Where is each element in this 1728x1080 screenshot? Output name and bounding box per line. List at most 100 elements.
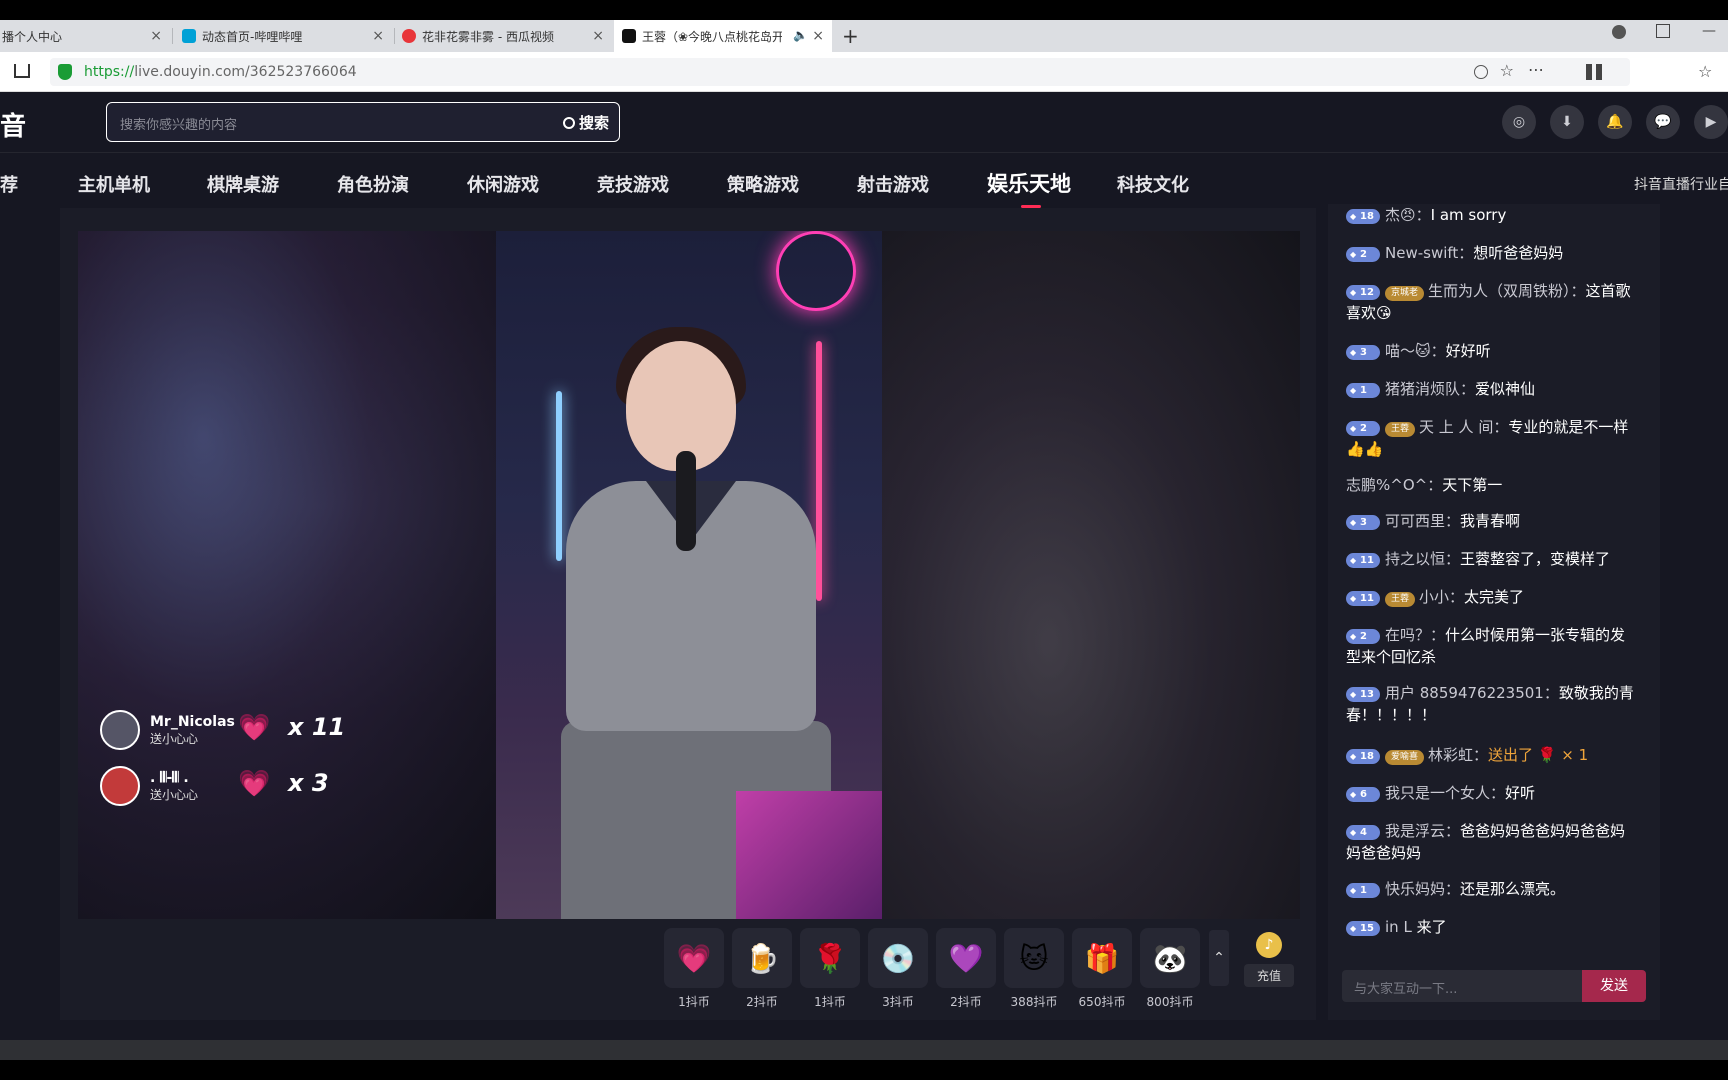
live-video[interactable]: Mr_Nicolas 送小心心 💗 x 11 . 𝄃𝄃-𝄃𝄃 . 送小心心 💗 …	[78, 231, 1300, 919]
message-icon[interactable]: 💬	[1646, 105, 1680, 139]
neon-sign	[776, 231, 856, 311]
chat-message: 1 快乐妈妈：还是那么漂亮。	[1346, 878, 1636, 900]
chat-user[interactable]: New-swift：	[1385, 244, 1473, 262]
speaker-icon[interactable]: 🔈	[793, 28, 808, 42]
category-recommend[interactable]: 荐	[0, 171, 18, 197]
shield-icon	[58, 64, 72, 80]
chat-text: 来了	[1416, 918, 1447, 936]
level-badge: 2	[1346, 421, 1380, 436]
recharge-button[interactable]: ♪ 充值	[1244, 928, 1294, 990]
microphone	[676, 451, 696, 551]
fan-badge: 爱喻喜	[1385, 750, 1425, 765]
category-nav: 荐 主机单机 棋牌桌游 角色扮演 休闲游戏 竞技游戏 策略游戏 射击游戏 娱乐天…	[0, 152, 1728, 208]
category-industry[interactable]: 抖音直播行业自	[1634, 174, 1728, 194]
chat-user[interactable]: in L	[1385, 918, 1412, 936]
gift-label: 送小心心	[150, 732, 199, 746]
new-tab-button[interactable]: +	[842, 24, 859, 48]
gift-box[interactable]: 🎁	[1072, 928, 1132, 988]
tab-xigua[interactable]: 花非花雾非雾 - 西瓜视频 ×	[402, 20, 612, 52]
cat-icon: 🐱	[1019, 941, 1049, 975]
gift-count: x 3	[288, 769, 329, 797]
gift-beer[interactable]: 🍺	[732, 928, 792, 988]
send-button[interactable]: 发送	[1582, 970, 1646, 1002]
chat-user[interactable]: 天 上 人 间：	[1419, 418, 1508, 436]
chat-user[interactable]: 用户 8859476223501：	[1385, 684, 1559, 702]
category-competitive[interactable]: 竞技游戏	[597, 171, 669, 197]
download-icon[interactable]: ⬇	[1550, 105, 1584, 139]
douyin-icon	[622, 29, 636, 43]
chat-user[interactable]: 在吗？：	[1385, 626, 1445, 644]
chat-user[interactable]: 我是浮云：	[1385, 822, 1460, 840]
chat-text: 王蓉整容了，变模样了	[1460, 550, 1611, 568]
category-console[interactable]: 主机单机	[78, 171, 150, 197]
gift-disc[interactable]: 💿	[868, 928, 928, 988]
tab-douyin-live[interactable]: 王蓉（❀今晚八点桃花岛开 🔈 ×	[614, 20, 832, 52]
close-icon[interactable]: ×	[592, 28, 604, 44]
bell-icon[interactable]: 🔔	[1598, 105, 1632, 139]
minimize-icon[interactable]: —	[1702, 23, 1716, 39]
category-board[interactable]: 棋牌桌游	[207, 171, 279, 197]
level-badge: 12	[1346, 285, 1380, 300]
chat-user[interactable]: 持之以恒：	[1385, 550, 1460, 568]
zoom-icon[interactable]	[1474, 65, 1488, 79]
url-field[interactable]: https://live.douyin.com/362523766064 ☆ ⋯	[50, 58, 1630, 86]
gift-rose[interactable]: 🌹	[800, 928, 860, 988]
level-badge: 4	[1346, 825, 1380, 840]
chat-message: 志鹏%^O^：天下第一	[1346, 474, 1636, 496]
chat-user[interactable]: 生而为人（双周铁粉）：	[1428, 282, 1586, 300]
gift-sender-name: . 𝄃𝄃-𝄃𝄃 .	[150, 770, 189, 786]
chat-user[interactable]: 猪猪消烦队：	[1385, 380, 1475, 398]
douyin-logo[interactable]: 抖音	[0, 106, 26, 143]
category-strategy[interactable]: 策略游戏	[727, 171, 799, 197]
category-casual[interactable]: 休闲游戏	[467, 171, 539, 197]
search-box[interactable]: 搜索你感兴趣的内容 搜索	[106, 102, 620, 142]
chat-input[interactable]: 与大家互动一下...	[1342, 970, 1582, 1002]
category-entertainment[interactable]: 娱乐天地	[987, 168, 1071, 208]
beer-icon: 🍺	[744, 941, 780, 975]
tab-divider	[394, 28, 395, 44]
account-icon[interactable]	[1612, 25, 1626, 39]
search-button[interactable]: 搜索	[562, 112, 609, 133]
category-shooter[interactable]: 射击游戏	[857, 171, 929, 197]
apps-icon[interactable]	[1586, 64, 1602, 80]
heart-gift-icon: 💗	[238, 713, 271, 743]
star-icon[interactable]: ☆	[1500, 61, 1514, 80]
video-call-icon[interactable]: ▶	[1694, 105, 1728, 139]
avatar	[100, 766, 140, 806]
chat-user[interactable]: 可可西里：	[1385, 512, 1460, 530]
gift-panda[interactable]: 🐼	[1140, 928, 1200, 988]
tab-bilibili[interactable]: 动态首页-哔哩哔哩 ×	[182, 20, 392, 52]
gift-heart[interactable]: 💗	[664, 928, 724, 988]
level-badge: 2	[1346, 247, 1380, 262]
chat-message: 13用户 8859476223501：致敬我的青春！！！！！	[1346, 682, 1636, 726]
more-gifts-button[interactable]: ⌃	[1209, 930, 1229, 986]
favorites-icon[interactable]: ☆	[1698, 62, 1712, 81]
chat-user[interactable]: 喵～🐱：	[1385, 342, 1446, 360]
chat-text: I am sorry	[1430, 206, 1507, 224]
fan-badge: 王蓉	[1385, 592, 1416, 607]
close-icon[interactable]: ×	[812, 28, 824, 44]
tab-personal-center[interactable]: 播个人中心 ×	[0, 20, 170, 52]
gift-notice: Mr_Nicolas 送小心心 💗 x 11	[100, 707, 360, 753]
search-input[interactable]: 搜索你感兴趣的内容	[120, 114, 237, 133]
chat-text: 我青春啊	[1460, 512, 1521, 530]
live-icon[interactable]: ◎	[1502, 105, 1536, 139]
gift-price: 1抖币	[814, 995, 846, 1009]
close-icon[interactable]: ×	[150, 28, 162, 44]
gift-heart-badge[interactable]: 💜	[936, 928, 996, 988]
close-icon[interactable]: ×	[372, 28, 384, 44]
gift-cat[interactable]: 🐱	[1004, 928, 1064, 988]
restore-icon[interactable]	[1656, 24, 1670, 38]
category-rpg[interactable]: 角色扮演	[337, 171, 409, 197]
category-tech[interactable]: 科技文化	[1117, 171, 1189, 197]
more-icon[interactable]: ⋯	[1528, 60, 1544, 79]
chat-user[interactable]: 快乐妈妈：	[1385, 880, 1460, 898]
level-badge: 3	[1346, 515, 1380, 530]
chat-user[interactable]: 志鹏%^O^：	[1346, 476, 1442, 494]
chat-user[interactable]: 小小：	[1419, 588, 1464, 606]
home-icon[interactable]	[14, 64, 30, 78]
chat-user[interactable]: 杰😠：	[1385, 206, 1431, 224]
chat-user[interactable]: 我只是一个女人：	[1385, 784, 1505, 802]
level-badge: 11	[1346, 591, 1380, 606]
chat-user[interactable]: 林彩虹：	[1428, 746, 1488, 764]
